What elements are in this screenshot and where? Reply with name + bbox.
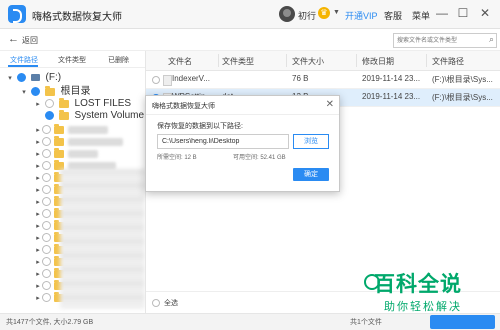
- cell-path: (F:)\根目录\Sys...: [432, 75, 493, 84]
- ok-button[interactable]: 确定: [293, 168, 329, 181]
- total-files-text: 共1477个文件, 大小2.79 GB: [6, 319, 94, 326]
- search-box[interactable]: ⌕: [393, 33, 497, 48]
- cell-path: (F:)\根目录\Sys...: [432, 93, 493, 102]
- drive-checkbox[interactable]: [16, 73, 26, 83]
- column-header-type[interactable]: 文件类型: [222, 56, 254, 67]
- lost-files-label: LOST FILES: [74, 98, 132, 109]
- tree-item-blurred[interactable]: ▸: [34, 147, 98, 159]
- select-all-checkbox[interactable]: [152, 299, 160, 307]
- column-header-path[interactable]: 文件路径: [432, 56, 464, 67]
- required-space-text: 所需空间: 12 B: [157, 155, 197, 161]
- table-header: 文件名 文件类型 文件大小 修改日期 文件路径: [146, 51, 500, 71]
- column-header-size[interactable]: 文件大小: [292, 56, 324, 67]
- save-path-input[interactable]: [158, 135, 288, 148]
- back-button[interactable]: 返回: [22, 35, 38, 46]
- blurred-region: [60, 169, 145, 309]
- available-space-text: 可用空间: 52.41 GB: [233, 155, 286, 161]
- user-avatar[interactable]: [279, 6, 295, 22]
- search-input[interactable]: [394, 34, 484, 48]
- service-link[interactable]: 客服: [384, 9, 402, 22]
- minimize-icon[interactable]: —: [435, 6, 449, 20]
- file-icon: [163, 75, 172, 86]
- close-icon[interactable]: ✕: [478, 6, 492, 20]
- save-dialog: 嗨格式数据恢复大师 ✕ 保存恢复的数据到以下路径: 浏览 所需空间: 12 B …: [145, 95, 340, 192]
- user-name[interactable]: 初行: [298, 9, 316, 22]
- maximize-icon[interactable]: ☐: [456, 6, 470, 20]
- system-volume-checkbox[interactable]: [44, 111, 54, 121]
- select-all-label[interactable]: 全选: [164, 298, 178, 308]
- blurred-label: [68, 125, 108, 134]
- cell-size: 76 B: [292, 74, 309, 83]
- column-divider[interactable]: [426, 54, 427, 67]
- column-header-name[interactable]: 文件名: [168, 56, 192, 67]
- nav-bar: ← 返回 ⌕: [0, 29, 500, 51]
- folder-icon: [54, 147, 64, 158]
- app-logo-icon: [8, 5, 26, 23]
- drive-icon: [31, 74, 41, 82]
- selected-files-text: 共1个文件: [350, 319, 382, 326]
- column-divider[interactable]: [286, 54, 287, 67]
- drive-label: (F:): [45, 72, 62, 83]
- browse-button[interactable]: 浏览: [293, 134, 329, 149]
- row-checkbox[interactable]: [152, 76, 160, 84]
- root-checkbox[interactable]: [30, 87, 40, 97]
- expand-toggle-icon[interactable]: ▾: [6, 73, 14, 85]
- root-label: 根目录: [60, 86, 91, 97]
- blurred-label: [68, 149, 98, 158]
- menu-link[interactable]: 菜单: [412, 9, 430, 22]
- cell-name: IndexerV...: [172, 74, 210, 83]
- dialog-header: 嗨格式数据恢复大师 ✕: [146, 96, 339, 115]
- active-tab-indicator: [8, 65, 38, 67]
- title-bar: 嗨格式数据恢复大师 初行 ♛ ▼ 开通VIP 客服 菜单 — ☐ ✕: [0, 0, 500, 29]
- column-divider[interactable]: [356, 54, 357, 67]
- column-divider[interactable]: [218, 54, 219, 67]
- search-icon[interactable]: ⌕: [489, 34, 494, 45]
- table-row[interactable]: IndexerV... 76 B 2019-11-14 23... (F:)\根…: [146, 71, 500, 89]
- left-tabs: 文件路径 文件类型 已删除: [0, 51, 145, 68]
- folder-icon: [54, 123, 64, 134]
- tree-item-root[interactable]: ▾ 根目录: [20, 85, 91, 97]
- cell-date: 2019-11-14 23...: [362, 92, 421, 101]
- back-arrow-icon[interactable]: ←: [8, 33, 19, 45]
- watermark: 百科全说 助你轻松解决: [364, 268, 492, 318]
- tree-item-drive[interactable]: ▾ (F:): [6, 71, 61, 83]
- tree-item-blurred[interactable]: ▸: [34, 135, 123, 147]
- vip-link[interactable]: 开通VIP: [345, 9, 378, 22]
- folder-icon: [45, 85, 56, 96]
- dialog-prompt: 保存恢复的数据到以下路径:: [157, 123, 243, 130]
- watermark-subtitle: 助你轻松解决: [384, 301, 462, 313]
- app-title: 嗨格式数据恢复大师: [32, 12, 122, 23]
- chevron-down-icon[interactable]: ▼: [333, 9, 340, 16]
- left-panel: 文件路径 文件类型 已删除 ▾ (F:) ▾ 根目录 ▸ LOST FILES …: [0, 51, 146, 315]
- expand-toggle-icon[interactable]: ▾: [20, 87, 28, 99]
- tree-item-lost-files[interactable]: ▸ LOST FILES: [34, 97, 131, 109]
- cell-date: 2019-11-14 23...: [362, 74, 421, 83]
- tab-deleted[interactable]: 已删除: [108, 55, 129, 65]
- blurred-label: [68, 137, 123, 146]
- dialog-title: 嗨格式数据恢复大师: [152, 103, 215, 110]
- tab-file-path[interactable]: 文件路径: [10, 55, 38, 65]
- system-volume-label: System Volume I: [74, 110, 146, 121]
- tab-file-type[interactable]: 文件类型: [58, 55, 86, 65]
- save-path-field[interactable]: [157, 134, 289, 149]
- tree-item-system-volume[interactable]: System Volume I: [34, 109, 146, 121]
- folder-icon: [59, 97, 70, 108]
- dialog-close-icon[interactable]: ✕: [326, 99, 334, 110]
- lost-files-checkbox[interactable]: [44, 99, 54, 109]
- tree-item-blurred[interactable]: ▸: [34, 123, 108, 135]
- crown-icon: ♛: [318, 7, 330, 19]
- folder-icon: [54, 135, 64, 146]
- column-header-date[interactable]: 修改日期: [362, 56, 394, 67]
- folder-icon: [59, 109, 70, 120]
- watermark-title: 百科全说: [374, 273, 462, 296]
